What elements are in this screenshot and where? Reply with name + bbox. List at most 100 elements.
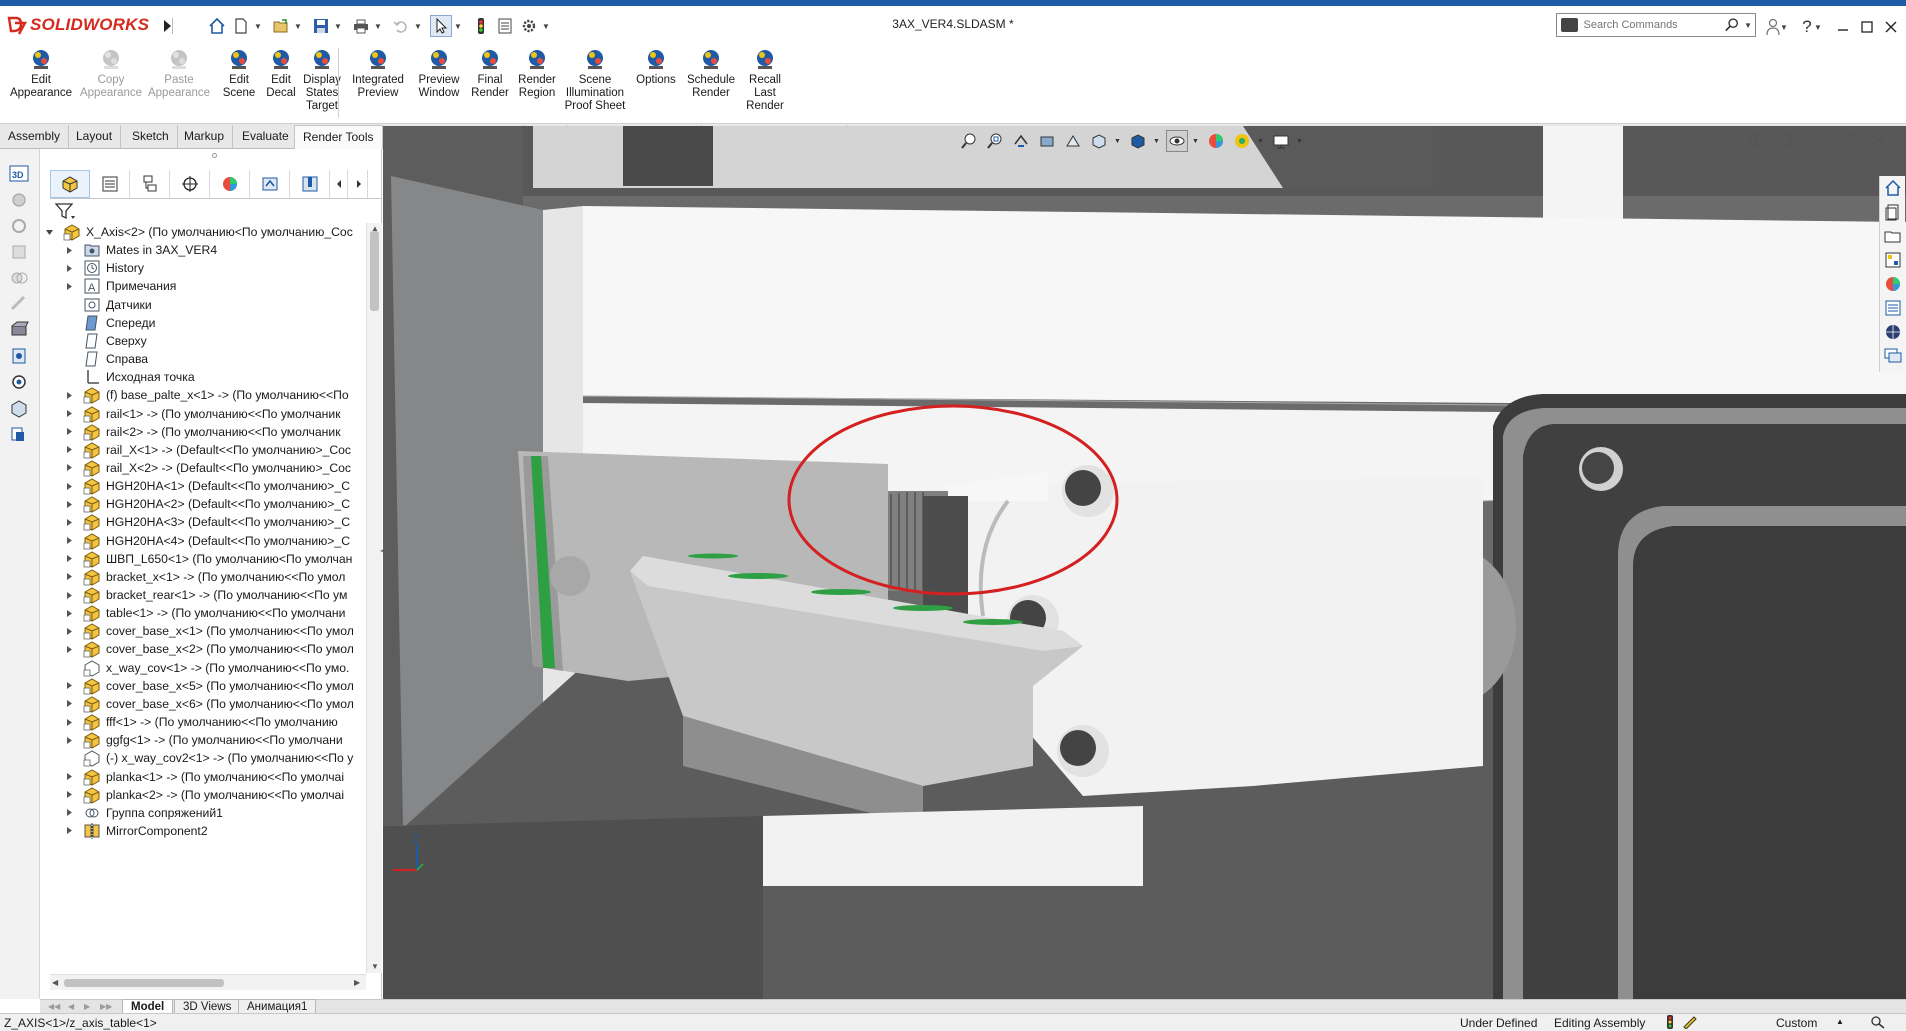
next-tab-icon[interactable]: ▶ [84,1002,96,1012]
tree-item[interactable]: Сверху [40,332,366,350]
search-input[interactable] [1583,19,1724,31]
tab-markup[interactable]: Markup [176,125,234,148]
display-manager-tab-icon[interactable] [210,170,250,198]
tree-item[interactable]: cover_base_x<2> (По умолчанию<<По умол [40,640,366,659]
tree-item[interactable]: cover_base_x<5> (По умолчанию<<По умол [40,677,366,695]
save-dropdown-icon[interactable]: ▼ [334,15,342,37]
bottom-tab-model[interactable]: Model [122,999,174,1014]
rebuild-traffic-light-icon[interactable] [470,15,492,37]
comments-pane-icon[interactable] [1883,346,1903,366]
view-palette-pane-icon[interactable] [1883,250,1903,270]
tab-sketch[interactable]: Sketch [124,125,178,148]
configuration-manager-tab-icon[interactable] [130,170,170,198]
solidworks-logo[interactable]: SOLIDWORKS [6,14,149,36]
open-dropdown-icon[interactable]: ▼ [294,15,302,37]
schedule-render-button[interactable]: Schedule Render [684,46,738,100]
apply-scene-icon[interactable] [1231,130,1253,152]
display-style-icon[interactable] [1127,130,1149,152]
home-icon[interactable] [206,15,228,37]
feature-tree-tab-icon[interactable] [50,170,90,198]
user-dropdown-icon[interactable]: ▼ [1778,16,1790,38]
scrollbar-thumb[interactable] [370,231,379,311]
file-properties-icon[interactable] [494,15,516,37]
scroll-left-icon[interactable]: ◀ [52,978,58,987]
zoom-to-fit-icon[interactable] [958,130,980,152]
section-view-icon[interactable] [8,319,30,341]
tree-item[interactable]: MirrorComponent2 [40,822,366,840]
zoom-to-area-icon[interactable] [984,130,1006,152]
help-dropdown-icon[interactable]: ▼ [1812,16,1824,38]
undo-icon[interactable] [390,15,412,37]
cam-operation-tree-tab-icon[interactable] [290,170,330,198]
edit-scene-button[interactable]: Edit Scene [216,46,262,100]
logo-menu-arrow-icon[interactable] [160,16,174,36]
tree-item[interactable]: Mates in 3AX_VER4 [40,241,366,259]
tree-item[interactable]: rail_X<1> -> (Default<<По умолчанию>_Cос [40,441,366,459]
maximize-icon[interactable] [1854,16,1880,38]
recall-render-button[interactable]: Recall Last Render [740,46,790,113]
hide-show-dropdown-icon[interactable]: ▼ [1192,138,1199,145]
3d-model-view[interactable]: Z [383,126,1906,999]
units-dropdown-icon[interactable]: ▲ [1836,1017,1844,1026]
tabs-scroll-right-icon[interactable] [350,170,368,198]
solidworks-resources-icon[interactable] [1883,178,1903,198]
smart-mates-icon[interactable] [8,241,30,263]
tree-item[interactable]: (-) x_way_cov2<1> -> (По умолчанию<<По у [40,749,366,767]
custom-properties-pane-icon[interactable] [1883,298,1903,318]
tabs-scroll-left-icon[interactable] [330,170,348,198]
tree-item[interactable]: HGH20HA<2> (Default<<По умолчанию>_C [40,495,366,513]
tree-item[interactable]: Группа сопряжений1 [40,804,366,822]
assembly-xpert-icon[interactable] [8,397,30,419]
measure-icon[interactable] [8,293,30,315]
options-dropdown-icon[interactable]: ▼ [542,15,550,37]
viewport-close-icon[interactable] [1868,132,1888,148]
tree-item[interactable]: rail<2> -> (По умолчанию<<По умолчаник [40,423,366,441]
tree-item[interactable]: table<1> -> (По умолчанию<<По умолчани [40,604,366,622]
tree-item[interactable]: (f) base_palte_x<1> -> (По умолчанию<<По [40,386,366,404]
scene-illumination-button[interactable]: Scene Illumination Proof Sheet [562,46,628,113]
view-orientation-dropdown-icon[interactable]: ▼ [1114,138,1121,145]
render-options-button[interactable]: Options [630,46,682,87]
bottom-tab-animation[interactable]: Анимация1 [238,999,317,1014]
search-dropdown-icon[interactable]: ▼ [1744,21,1752,30]
prev-tab-icon[interactable]: ◀ [68,1002,80,1012]
tree-item[interactable]: x_way_cov<1> -> (По умолчанию<<По умо. [40,659,366,677]
graphics-area[interactable]: Z ▼ ▼ ▼ ▼ ▼ [383,126,1906,999]
appearances-pane-icon[interactable] [1883,274,1903,294]
panel-grip-icon[interactable] [212,153,217,158]
open-folder-icon[interactable] [270,15,292,37]
cam-feature-tree-tab-icon[interactable] [250,170,290,198]
expand-arrow-icon[interactable] [64,820,74,842]
minimize-icon[interactable] [1830,16,1856,38]
options-gear-icon[interactable] [518,15,540,37]
move-component-icon[interactable] [8,189,30,211]
bottom-tab-3d-views[interactable]: 3D Views [174,999,241,1014]
viewport-restore-icon[interactable] [1838,132,1858,148]
select-dropdown-icon[interactable]: ▼ [454,15,462,37]
tree-item[interactable]: bracket_x<1> -> (По умолчанию<<По умол [40,568,366,586]
appearance-settings-icon[interactable] [8,371,30,393]
edit-appearance-button[interactable]: Edit Appearance [4,46,78,100]
scroll-down-icon[interactable]: ▼ [370,963,380,971]
tree-item[interactable]: History [40,259,366,277]
first-tab-icon[interactable]: ◀◀ [48,1002,60,1012]
quick-tips-icon[interactable] [1682,1015,1698,1031]
new-document-icon[interactable] [230,15,252,37]
design-library-pane-icon[interactable] [1883,202,1903,222]
tree-item[interactable]: rail<1> -> (По умолчанию<<По умолчаник [40,405,366,423]
edit-appearance-hud-icon[interactable] [1205,130,1227,152]
solidworks-forum-pane-icon[interactable] [1883,322,1903,342]
tree-item[interactable]: Датчики [40,296,366,314]
feedback-icon[interactable] [1870,1015,1886,1031]
undo-dropdown-icon[interactable]: ▼ [414,15,422,37]
tree-root-assembly[interactable]: X_Axis<2> (По умолчанию<По умолчанию_Сос [40,223,366,241]
new-dropdown-icon[interactable]: ▼ [254,15,262,37]
viewport-minimize-icon[interactable] [1808,132,1828,148]
tree-item[interactable]: planka<1> -> (По умолчанию<<По умолчаі [40,768,366,786]
horizontal-scrollbar-thumb[interactable] [64,979,224,987]
section-view-hud-icon[interactable] [1036,130,1058,152]
previous-view-icon[interactable] [1010,130,1032,152]
tree-item[interactable]: Спереди [40,314,366,332]
tree-item[interactable]: ШВП_L650<1> (По умолчанию<По умолчан [40,550,366,568]
tree-item[interactable]: Справа [40,350,366,368]
